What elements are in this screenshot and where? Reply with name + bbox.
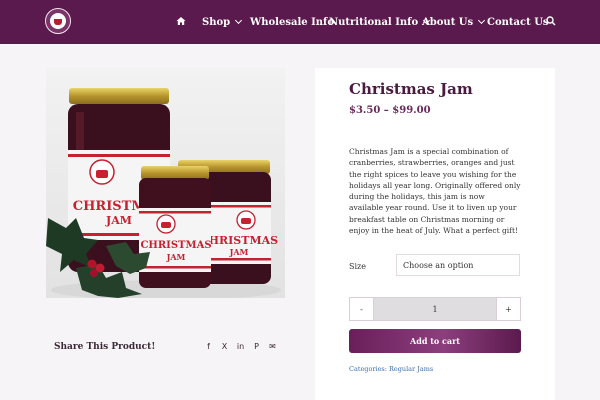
- jar-label-text: JAM: [229, 247, 249, 257]
- quantity-increase-button[interactable]: +: [497, 298, 520, 320]
- site-logo[interactable]: [45, 8, 71, 34]
- quantity-decrease-button[interactable]: -: [350, 298, 373, 320]
- x-icon[interactable]: X: [220, 341, 229, 352]
- product-categories-link[interactable]: Categories: Regular Jams: [349, 365, 433, 373]
- linkedin-icon[interactable]: in: [236, 341, 245, 352]
- nav-item-contact-us[interactable]: Contact Us: [487, 0, 549, 44]
- pinterest-icon[interactable]: P: [252, 341, 261, 352]
- search-icon[interactable]: [546, 16, 556, 26]
- jar-label-text: JAM: [105, 214, 132, 227]
- nav-item-label: Wholesale Info: [250, 16, 335, 28]
- jar-label-text: CHRISTMAS: [140, 240, 211, 251]
- nav-item-label: Nutritional Info: [329, 16, 419, 28]
- add-to-cart-button[interactable]: Add to cart: [349, 329, 521, 353]
- product-summary-panel: Christmas Jam $3.50 – $99.00 Christmas J…: [315, 68, 555, 400]
- product-title: Christmas Jam: [349, 80, 473, 98]
- chevron-down-icon: [235, 16, 243, 25]
- size-select[interactable]: Choose an option: [396, 254, 520, 276]
- nav-item-label: Contact Us: [487, 16, 549, 28]
- product-image[interactable]: CHRISTMAS JAM CHRISTMAS JAM CHRISTMAS JA…: [46, 68, 285, 298]
- nav-item-label: Shop: [202, 16, 231, 28]
- jar-lid: [69, 88, 169, 104]
- nav-item-label: About Us: [422, 16, 474, 28]
- home-icon[interactable]: [176, 16, 186, 26]
- size-label: Size: [349, 262, 366, 271]
- nav-item-wholesale-info[interactable]: Wholesale Info: [250, 0, 334, 44]
- quantity-stepper: - 1 +: [349, 297, 521, 321]
- quantity-input[interactable]: 1: [373, 298, 497, 320]
- jar-label-text: JAM: [166, 252, 186, 262]
- share-icons: f X in P ✉: [204, 341, 277, 352]
- jar-label-text: CHRISTMAS: [200, 234, 278, 247]
- email-icon[interactable]: ✉: [268, 341, 277, 352]
- nav-item-about-us[interactable]: About Us: [422, 0, 486, 44]
- site-header: Shop Wholesale Info Nutritional Info Abo…: [0, 0, 600, 44]
- product-description: Christmas Jam is a special combination o…: [349, 147, 521, 236]
- product-price: $3.50 – $99.00: [349, 105, 431, 116]
- share-label: Share This Product!: [54, 342, 156, 352]
- facebook-icon[interactable]: f: [204, 341, 213, 352]
- nav-item-shop[interactable]: Shop: [202, 0, 243, 44]
- nav-item-nutritional-info[interactable]: Nutritional Info: [329, 0, 431, 44]
- chevron-down-icon: [478, 16, 486, 25]
